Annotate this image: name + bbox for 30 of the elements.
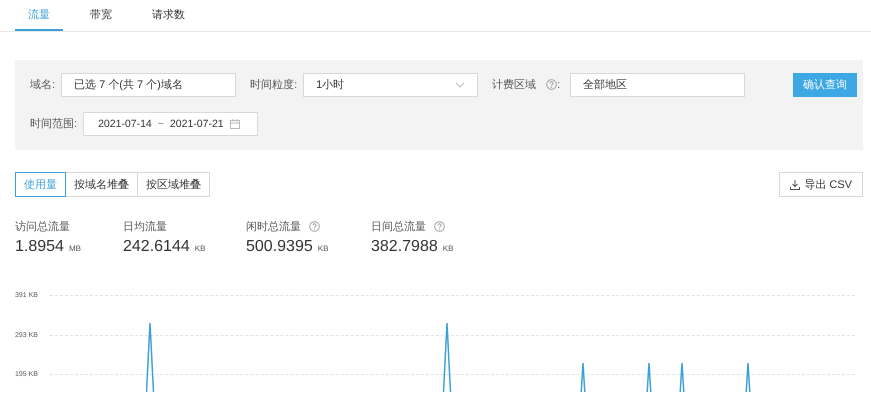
- stat-label: 闲时总流量: [246, 220, 301, 234]
- stat-value: 242.6144: [123, 238, 190, 256]
- stat-value: 382.7988: [371, 238, 438, 256]
- export-button[interactable]: 导出 CSV: [779, 172, 863, 197]
- stat-label: 访问总流量: [15, 220, 70, 234]
- field-label: 计费区域: [492, 78, 536, 92]
- stat-unit: KB: [318, 244, 328, 253]
- caret-icon: [455, 82, 466, 88]
- field-label: 时间范围:: [30, 117, 78, 131]
- field-label: :: [557, 78, 560, 90]
- field-label: 时间粒度:: [250, 78, 298, 92]
- stat-unit: KB: [442, 244, 454, 253]
- field-label: 域名:: [30, 78, 56, 92]
- view-mode-button[interactable]: 按区域堆叠: [137, 172, 210, 197]
- tab[interactable]: 带宽: [77, 0, 125, 31]
- download-icon: [790, 180, 800, 190]
- domain-field[interactable]: 已选 7 个(共 7 个)域名: [61, 72, 236, 96]
- stat-label: 日间总流量: [371, 220, 426, 234]
- stat-value: 500.9395: [246, 238, 313, 256]
- calendar-icon: [230, 118, 240, 128]
- view-mode-button[interactable]: 按域名堆叠: [65, 172, 138, 197]
- granularity-select[interactable]: 1小时: [303, 72, 478, 96]
- tab[interactable]: 请求数: [139, 0, 198, 31]
- stat-label: 日均流量: [123, 220, 167, 234]
- date-range-field[interactable]: 2021-07-14 ~ 2021-07-21: [83, 112, 258, 136]
- region-field[interactable]: 全部地区: [570, 72, 746, 96]
- stat-value: 1.8954: [15, 238, 64, 256]
- stat-unit: KB: [194, 244, 206, 253]
- help-icon: [546, 79, 558, 90]
- stat-unit: MB: [68, 244, 81, 253]
